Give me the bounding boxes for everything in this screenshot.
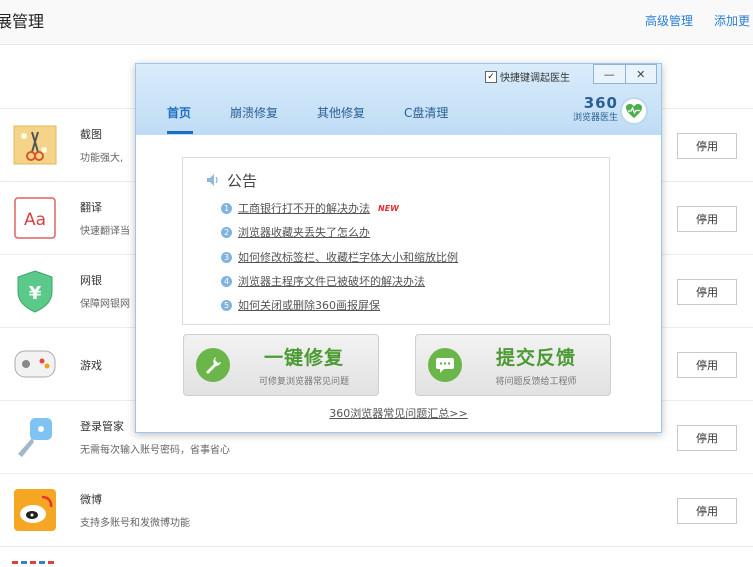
tab-c-drive-clean[interactable]: C盘清理 xyxy=(404,104,448,121)
shortcut-checkbox-label: 快捷键调起医生 xyxy=(500,73,570,84)
notice-link[interactable]: 工商银行打不开的解决办法 xyxy=(238,200,370,216)
notice-panel: 公告 1 工商银行打不开的解决办法 NEW 2 浏览器收藏夹丢失了怎么办 3 如… xyxy=(182,157,610,325)
disable-button[interactable]: 停用 xyxy=(677,425,737,451)
notice-number: 2 xyxy=(221,226,232,238)
notice-link[interactable]: 浏览器收藏夹丢失了怎么办 xyxy=(238,224,370,240)
extension-row-partial xyxy=(0,546,753,567)
extension-name: 微博 xyxy=(80,493,102,506)
notice-number: 4 xyxy=(221,275,232,287)
top-bar: 展管理 高级管理 添加更 xyxy=(0,0,753,45)
svg-text:¥: ¥ xyxy=(29,283,42,304)
extension-name: 翻译 xyxy=(80,201,102,214)
repair-subtitle: 可修复浏览器常见问题 xyxy=(258,377,349,387)
disable-button[interactable]: 停用 xyxy=(677,206,737,232)
speaker-icon xyxy=(206,172,222,191)
disable-button[interactable]: 停用 xyxy=(677,279,737,305)
new-badge: NEW xyxy=(378,203,399,213)
notice-link[interactable]: 如何关闭或删除360画报屏保 xyxy=(238,297,380,313)
chat-bubble-icon xyxy=(428,348,462,382)
screenshot-icon xyxy=(12,122,58,168)
extension-row-weibo: 微博 支持多账号和发微博功能 停用 xyxy=(0,473,753,546)
notice-item[interactable]: 3 如何修改标签栏、收藏栏字体大小和缩放比例 xyxy=(221,249,458,265)
notice-number: 3 xyxy=(221,251,232,263)
notice-item[interactable]: 1 工商银行打不开的解决办法 NEW xyxy=(221,200,399,216)
extension-name: 截图 xyxy=(80,128,102,141)
notice-item[interactable]: 2 浏览器收藏夹丢失了怎么办 xyxy=(221,224,370,240)
extension-name: 游戏 xyxy=(80,359,102,372)
checkbox-check-icon[interactable]: ✓ xyxy=(485,70,497,83)
dialog-header: ✓ 快捷键调起医生 — ✕ 首页 崩溃修复 其他修复 C盘清理 360 浏览器医… xyxy=(136,64,661,135)
translate-icon: Aa xyxy=(12,195,58,241)
disable-button[interactable]: 停用 xyxy=(677,352,737,378)
disable-button[interactable]: 停用 xyxy=(677,133,737,159)
extension-desc: 功能强大, xyxy=(80,153,124,164)
advanced-manage-link[interactable]: 高级管理 xyxy=(645,12,693,29)
wrench-icon xyxy=(196,348,230,382)
submit-feedback-button[interactable]: 提交反馈 将问题反馈给工程师 xyxy=(415,334,611,396)
bank-shield-icon: ¥ xyxy=(12,268,58,314)
notice-item[interactable]: 4 浏览器主程序文件已被破坏的解决办法 xyxy=(221,273,425,289)
mail-stripe-icon xyxy=(12,561,56,564)
login-key-icon xyxy=(12,414,58,460)
svg-text:Aa: Aa xyxy=(24,210,46,230)
notice-number: 5 xyxy=(221,299,232,311)
extension-name: 网银 xyxy=(80,274,102,287)
gamepad-icon xyxy=(12,341,58,387)
brand-name: 浏览器医生 xyxy=(572,113,618,123)
add-more-link[interactable]: 添加更 xyxy=(714,12,750,29)
repair-title: 一键修复 xyxy=(263,347,344,369)
notice-link[interactable]: 浏览器主程序文件已被破坏的解决办法 xyxy=(238,273,425,289)
extension-desc: 保障网银网 xyxy=(80,299,130,310)
notice-title: 公告 xyxy=(227,172,258,190)
tab-other-repair[interactable]: 其他修复 xyxy=(317,104,365,121)
disable-button[interactable]: 停用 xyxy=(677,498,737,524)
extension-desc: 快速翻译当 xyxy=(80,226,130,237)
window-controls: — ✕ xyxy=(593,64,657,84)
active-tab-indicator xyxy=(167,131,193,134)
minimize-button[interactable]: — xyxy=(594,65,626,83)
one-click-repair-button[interactable]: 一键修复 可修复浏览器常见问题 xyxy=(183,334,379,396)
extension-desc: 支持多账号和发微博功能 xyxy=(80,518,190,529)
notice-number: 1 xyxy=(221,202,232,214)
page-title: 展管理 xyxy=(0,12,45,31)
shortcut-checkbox[interactable]: ✓ 快捷键调起医生 xyxy=(485,69,570,84)
faq-link[interactable]: 360浏览器常见问题汇总>> xyxy=(136,405,661,421)
extension-name: 登录管家 xyxy=(80,420,124,433)
feedback-title: 提交反馈 xyxy=(495,347,576,369)
feedback-subtitle: 将问题反馈给工程师 xyxy=(495,377,577,387)
heart-pulse-icon xyxy=(620,97,648,125)
notice-item[interactable]: 5 如何关闭或删除360画报屏保 xyxy=(221,297,380,313)
browser-doctor-dialog: ✓ 快捷键调起医生 — ✕ 首页 崩溃修复 其他修复 C盘清理 360 浏览器医… xyxy=(135,63,662,433)
tab-home[interactable]: 首页 xyxy=(167,104,191,121)
brand-logo: 360 浏览器医生 xyxy=(558,94,618,123)
extension-desc: 无需每次输入账号密码，省事省心 xyxy=(80,445,230,456)
notice-link[interactable]: 如何修改标签栏、收藏栏字体大小和缩放比例 xyxy=(238,249,458,265)
tab-crash-repair[interactable]: 崩溃修复 xyxy=(230,104,278,121)
weibo-icon xyxy=(12,487,58,533)
close-button[interactable]: ✕ xyxy=(626,65,657,83)
